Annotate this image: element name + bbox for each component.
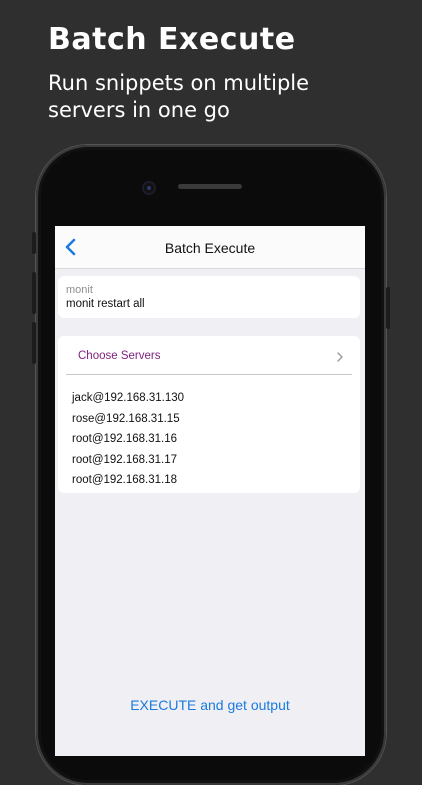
- front-camera: [144, 183, 154, 193]
- page-title: Batch Execute: [164, 240, 256, 256]
- phone-mute-switch: [32, 232, 36, 254]
- phone-volume-up: [32, 272, 36, 314]
- server-list: jack@192.168.31.130 rose@192.168.31.15 r…: [72, 388, 184, 491]
- servers-card: Choose Servers jack@192.168.31.130 rose@…: [58, 336, 360, 493]
- app-screen: Batch Execute monit monit restart all Ch…: [55, 226, 365, 756]
- choose-servers-row[interactable]: Choose Servers: [66, 336, 352, 375]
- promo-title: Batch Execute: [48, 22, 296, 57]
- server-item: jack@192.168.31.130: [72, 392, 185, 404]
- navigation-bar: Batch Execute: [55, 226, 365, 269]
- phone-volume-down: [32, 322, 36, 364]
- promo-subtitle: Run snippets on multiple servers in one …: [48, 71, 310, 122]
- earpiece-speaker: [178, 184, 242, 189]
- chevron-right-icon: [336, 350, 344, 362]
- choose-servers-label: Choose Servers: [78, 350, 161, 362]
- snippet-card[interactable]: monit monit restart all: [58, 276, 360, 318]
- server-item: root@192.168.31.16: [72, 433, 178, 445]
- server-item: root@192.168.31.18: [72, 474, 178, 486]
- execute-button[interactable]: EXECUTE and get output: [55, 697, 365, 713]
- server-item: rose@192.168.31.15: [72, 412, 180, 425]
- snippet-name: monit: [66, 284, 93, 296]
- snippet-command: monit restart all: [66, 298, 145, 310]
- server-item: root@192.168.31.17: [72, 453, 178, 466]
- phone-power-button: [386, 287, 390, 329]
